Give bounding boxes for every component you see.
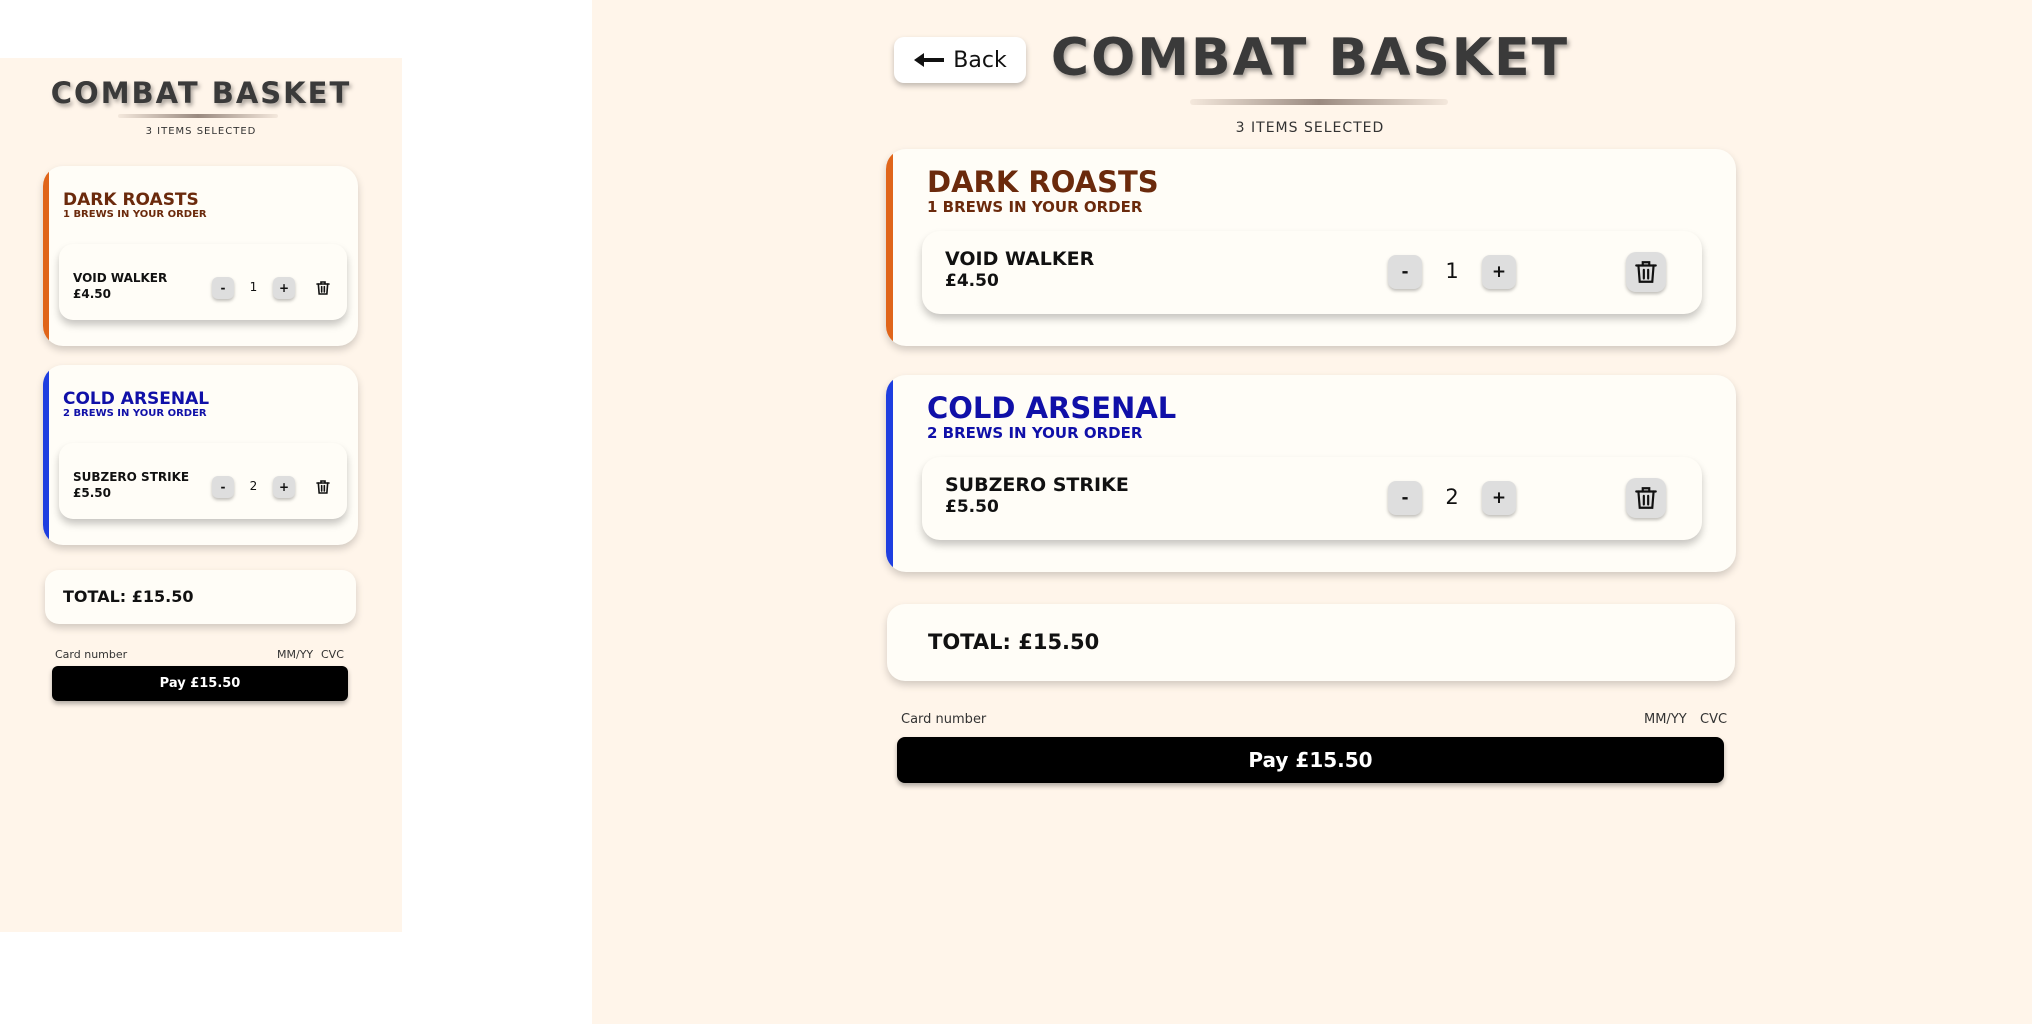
decrease-quantity-button[interactable]: - <box>1388 255 1422 289</box>
increase-quantity-button[interactable]: + <box>273 476 295 498</box>
decrease-quantity-button[interactable]: - <box>212 277 234 299</box>
category-accent-bar <box>886 375 893 572</box>
decrease-quantity-button[interactable]: - <box>212 476 234 498</box>
category-card-dark-roasts: DARK ROASTS 1 BREWS IN YOUR ORDER VOID W… <box>886 149 1736 346</box>
order-total-card: TOTAL: £15.50 <box>887 604 1735 681</box>
desktop-basket-view: Back COMBAT BASKET 3 ITEMS SELECTED DARK… <box>592 0 2032 1024</box>
item-quantity: 1 <box>1445 259 1459 283</box>
category-accent-bar <box>43 166 49 346</box>
order-total-card: TOTAL: £15.50 <box>45 570 356 624</box>
basket-item-subzero-strike: SUBZERO STRIKE £5.50 - 2 + <box>59 443 347 519</box>
card-cvc-field[interactable]: CVC <box>1700 712 1727 727</box>
trash-icon <box>1635 261 1657 283</box>
item-price: £5.50 <box>73 486 111 500</box>
title-underline <box>1190 99 1448 105</box>
category-name: COLD ARSENAL <box>927 391 1177 425</box>
item-name: SUBZERO STRIKE <box>945 474 1129 496</box>
remove-item-button[interactable] <box>311 276 335 300</box>
decrease-quantity-button[interactable]: - <box>1388 481 1422 515</box>
basket-item-void-walker: VOID WALKER £4.50 - 1 + <box>59 244 347 320</box>
card-number-field[interactable]: Card number <box>55 648 127 661</box>
page-title: COMBAT BASKET <box>1050 28 1570 88</box>
item-price: £4.50 <box>945 271 999 291</box>
back-button-label: Back <box>953 47 1007 73</box>
item-name: SUBZERO STRIKE <box>73 470 190 484</box>
order-total: TOTAL: £15.50 <box>63 587 194 606</box>
category-card-dark-roasts: DARK ROASTS 1 BREWS IN YOUR ORDER VOID W… <box>43 166 358 346</box>
back-button[interactable]: Back <box>894 37 1026 83</box>
trash-icon <box>316 480 330 494</box>
item-quantity: 2 <box>1445 485 1459 509</box>
card-expiry-field[interactable]: MM/YY <box>1644 712 1687 727</box>
category-count: 1 BREWS IN YOUR ORDER <box>63 209 207 220</box>
item-price: £5.50 <box>945 497 999 517</box>
category-name: COLD ARSENAL <box>63 389 210 409</box>
category-name: DARK ROASTS <box>63 190 199 210</box>
items-selected-count: 3 ITEMS SELECTED <box>1235 120 1385 136</box>
items-selected-count: 3 ITEMS SELECTED <box>145 126 257 137</box>
card-cvc-field[interactable]: CVC <box>321 648 344 661</box>
basket-item-void-walker: VOID WALKER £4.50 - 1 + <box>922 231 1702 314</box>
category-count: 1 BREWS IN YOUR ORDER <box>927 198 1143 216</box>
increase-quantity-button[interactable]: + <box>1482 255 1516 289</box>
remove-item-button[interactable] <box>1626 478 1666 518</box>
increase-quantity-button[interactable]: + <box>273 277 295 299</box>
category-accent-bar <box>886 149 893 346</box>
item-name: VOID WALKER <box>945 248 1095 270</box>
category-card-cold-arsenal: COLD ARSENAL 2 BREWS IN YOUR ORDER SUBZE… <box>886 375 1736 572</box>
category-count: 2 BREWS IN YOUR ORDER <box>927 424 1143 442</box>
category-count: 2 BREWS IN YOUR ORDER <box>63 408 207 419</box>
pay-button[interactable]: Pay £15.50 <box>897 737 1724 783</box>
category-card-cold-arsenal: COLD ARSENAL 2 BREWS IN YOUR ORDER SUBZE… <box>43 365 358 545</box>
category-name: DARK ROASTS <box>927 165 1159 199</box>
arrow-left-icon <box>914 53 945 67</box>
page-title: COMBAT BASKET <box>50 76 352 110</box>
title-underline <box>118 114 278 118</box>
card-number-field[interactable]: Card number <box>901 712 986 727</box>
remove-item-button[interactable] <box>1626 252 1666 292</box>
trash-icon <box>316 281 330 295</box>
increase-quantity-button[interactable]: + <box>1482 481 1516 515</box>
order-total: TOTAL: £15.50 <box>928 630 1100 654</box>
category-accent-bar <box>43 365 49 545</box>
pay-button[interactable]: Pay £15.50 <box>52 666 348 701</box>
remove-item-button[interactable] <box>311 475 335 499</box>
mobile-basket-view: COMBAT BASKET 3 ITEMS SELECTED DARK ROAS… <box>0 58 402 932</box>
card-expiry-field[interactable]: MM/YY <box>277 648 313 661</box>
trash-icon <box>1635 487 1657 509</box>
item-quantity: 2 <box>249 479 258 493</box>
item-price: £4.50 <box>73 287 111 301</box>
item-name: VOID WALKER <box>73 271 168 285</box>
basket-item-subzero-strike: SUBZERO STRIKE £5.50 - 2 + <box>922 457 1702 540</box>
item-quantity: 1 <box>249 280 258 294</box>
